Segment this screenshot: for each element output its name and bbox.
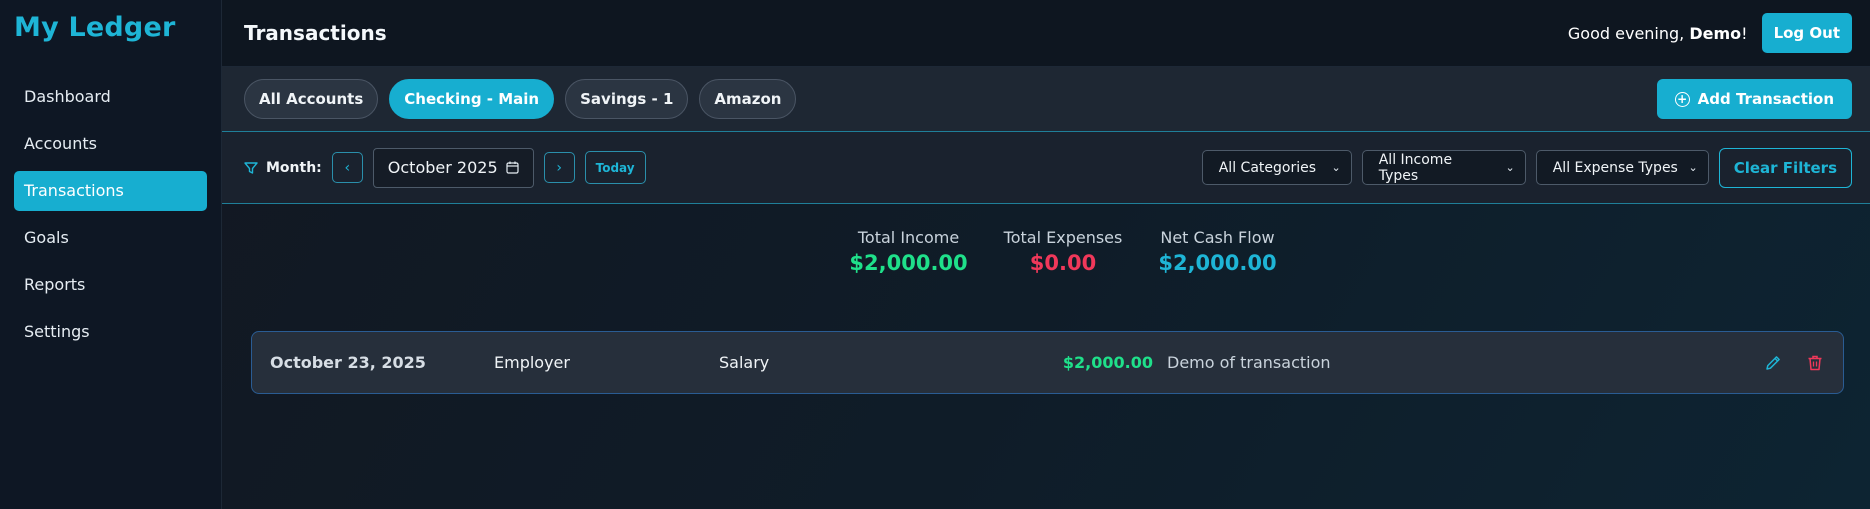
next-month-button[interactable]: ›	[543, 152, 575, 183]
chevron-down-icon: ⌄	[1688, 161, 1698, 174]
user-area: Good evening, Demo! Log Out	[1568, 13, 1852, 53]
sidebar: My Ledger Dashboard Accounts Transaction…	[0, 0, 222, 509]
transaction-amount: $2,000.00	[1062, 353, 1153, 372]
income-type-select[interactable]: All Income Types ⌄	[1361, 150, 1526, 185]
total-income-stat: Total Income $2,000.00	[849, 228, 967, 275]
transaction-actions	[1763, 353, 1825, 373]
chevron-down-icon: ⌄	[1505, 161, 1515, 174]
page-title: Transactions	[244, 21, 387, 45]
income-type-select-value: All Income Types	[1378, 151, 1453, 184]
greeting-suffix: !	[1741, 23, 1748, 43]
top-bar: Transactions Good evening, Demo! Log Out	[222, 0, 1870, 67]
username: Demo	[1689, 23, 1742, 43]
tab-all-accounts[interactable]: All Accounts	[244, 79, 379, 119]
net-cash-flow-stat: Net Cash Flow $2,000.00	[1158, 228, 1276, 275]
expense-type-select[interactable]: All Expense Types ⌄	[1535, 150, 1709, 185]
category-select[interactable]: All Categories ⌄	[1201, 150, 1352, 185]
clear-filters-button[interactable]: Clear Filters	[1718, 147, 1852, 188]
trash-icon[interactable]	[1805, 353, 1825, 373]
chevron-right-icon: ›	[556, 159, 562, 176]
month-value: October 2025	[387, 158, 498, 177]
month-filter-label: Month:	[244, 160, 322, 176]
total-income-label: Total Income	[857, 228, 960, 247]
total-expenses-stat: Total Expenses $0.00	[1004, 228, 1123, 275]
today-button[interactable]: Today	[584, 151, 646, 184]
total-expenses-label: Total Expenses	[1003, 228, 1123, 247]
calendar-icon	[506, 161, 519, 174]
total-expenses-value: $0.00	[1029, 251, 1097, 275]
tab-checking-main[interactable]: Checking - Main	[389, 79, 555, 119]
tab-savings-1[interactable]: Savings - 1	[565, 79, 689, 119]
transaction-date: October 23, 2025	[270, 353, 426, 372]
expense-type-select-value: All Expense Types	[1552, 159, 1678, 176]
main-content: Transactions Good evening, Demo! Log Out…	[222, 0, 1870, 509]
summary-stats: Total Income $2,000.00 Total Expenses $0…	[222, 228, 1870, 275]
net-cash-flow-value: $2,000.00	[1158, 251, 1277, 275]
greeting-text: Good evening, Demo!	[1568, 24, 1748, 43]
month-picker-input[interactable]: October 2025	[372, 147, 534, 188]
add-transaction-button[interactable]: + Add Transaction	[1656, 79, 1852, 119]
transaction-category: Salary	[719, 353, 770, 372]
total-income-value: $2,000.00	[849, 251, 968, 275]
plus-circle-icon: +	[1674, 91, 1690, 107]
category-select-value: All Categories	[1218, 159, 1317, 176]
app-root: My Ledger Dashboard Accounts Transaction…	[0, 0, 1870, 509]
sidebar-item-transactions[interactable]: Transactions	[14, 171, 207, 211]
sidebar-item-goals[interactable]: Goals	[14, 218, 207, 258]
filter-icon	[244, 161, 258, 174]
sidebar-item-settings[interactable]: Settings	[14, 312, 207, 352]
logout-button[interactable]: Log Out	[1761, 13, 1852, 53]
sidebar-item-accounts[interactable]: Accounts	[14, 124, 207, 164]
month-filter: Month: ‹ October 2025 › Today	[244, 147, 646, 188]
tab-amazon[interactable]: Amazon	[699, 79, 797, 119]
transaction-row[interactable]: October 23, 2025 Employer Salary $2,000.…	[251, 331, 1844, 394]
filter-bar: Month: ‹ October 2025 › Today All Catego…	[222, 132, 1870, 204]
select-filters: All Categories ⌄ All Income Types ⌄ All …	[1201, 147, 1852, 188]
chevron-left-icon: ‹	[344, 159, 351, 176]
sidebar-nav: Dashboard Accounts Transactions Goals Re…	[14, 77, 207, 352]
net-cash-flow-label: Net Cash Flow	[1160, 228, 1275, 247]
month-label: Month:	[266, 159, 322, 176]
greeting-prefix: Good evening,	[1567, 23, 1685, 43]
prev-month-button[interactable]: ‹	[331, 152, 363, 183]
sidebar-item-dashboard[interactable]: Dashboard	[14, 77, 207, 117]
transaction-payee: Employer	[494, 353, 570, 372]
account-tabs-bar: All Accounts Checking - Main Savings - 1…	[222, 67, 1870, 132]
edit-icon[interactable]	[1763, 353, 1783, 373]
brand-logo[interactable]: My Ledger	[14, 12, 207, 43]
transaction-description: Demo of transaction	[1167, 353, 1331, 372]
add-transaction-label: Add Transaction	[1697, 90, 1834, 108]
chevron-down-icon: ⌄	[1331, 161, 1341, 174]
sidebar-item-reports[interactable]: Reports	[14, 265, 207, 305]
account-tabs: All Accounts Checking - Main Savings - 1…	[244, 79, 797, 119]
